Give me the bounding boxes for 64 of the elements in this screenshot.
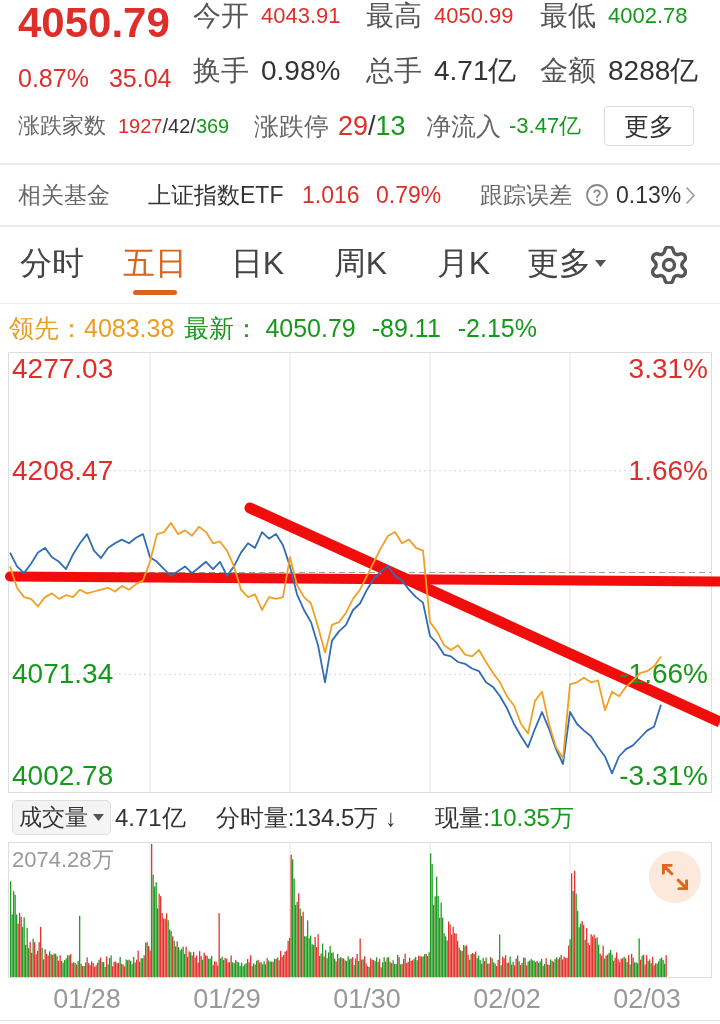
- legend-change-percent: -2.15%: [457, 315, 537, 341]
- change-amount: 35.04: [108, 66, 172, 91]
- stat-label: 金额: [540, 57, 596, 85]
- percent-axis-label: -3.31%: [619, 762, 708, 790]
- change-percent: 0.87%: [18, 66, 89, 91]
- expand-icon: [662, 864, 688, 890]
- date-axis-label: 01/30: [333, 985, 401, 1013]
- stat-value: 4050.99: [434, 5, 514, 27]
- date-axis-label: 01/28: [53, 985, 121, 1013]
- chart-period-tab[interactable]: 五日: [103, 227, 206, 303]
- caret-icon: [93, 814, 104, 821]
- chart-period-tab[interactable]: 周K: [309, 227, 412, 303]
- net-inflow-label: 净流入: [426, 113, 501, 139]
- price-axis-label: 4208.47: [12, 456, 114, 485]
- stat-label: 今开: [193, 2, 249, 30]
- total-volume: 4.71亿: [115, 805, 186, 830]
- date-axis-label: 02/02: [473, 985, 541, 1013]
- expand-button[interactable]: [649, 851, 701, 903]
- fund-name: 上证指数ETF: [148, 183, 285, 207]
- chevron-right-icon[interactable]: [686, 186, 695, 204]
- chart-period-tab[interactable]: 日K: [206, 227, 309, 303]
- tracking-error-value: 0.13%: [616, 183, 683, 207]
- stat-value: 8288亿: [608, 57, 699, 85]
- net-inflow-value: -3.47亿: [509, 115, 582, 137]
- stat-value: 4.71亿: [434, 57, 517, 85]
- volume-type-dropdown[interactable]: 成交量: [12, 800, 111, 835]
- help-icon[interactable]: [586, 184, 608, 206]
- stat-value: 4043.91: [261, 5, 341, 27]
- related-fund-label: 相关基金: [18, 183, 111, 207]
- current-price: 4050.79: [18, 2, 171, 44]
- percent-axis-label: 1.66%: [628, 456, 708, 485]
- settings-button[interactable]: [650, 246, 688, 284]
- settings-icon: [650, 246, 688, 284]
- stat-label: 最低: [540, 2, 596, 30]
- date-axis-label: 01/29: [193, 985, 261, 1013]
- chart-period-tab[interactable]: 月K: [412, 227, 515, 303]
- price-axis-label: 4002.78: [12, 762, 114, 790]
- fund-price: 1.016: [302, 183, 361, 207]
- limit-counts: 29/13: [338, 112, 406, 140]
- chart-period-tab[interactable]: 更多: [515, 227, 618, 303]
- price-axis-label: 4277.03: [12, 354, 114, 383]
- legend-value: 4050.79: [265, 315, 356, 341]
- stat-label: 换手: [193, 57, 249, 85]
- current-volume: 现量:10.35万: [435, 805, 574, 830]
- legend-label: 最新：: [184, 315, 260, 341]
- stat-label: 最高: [366, 2, 422, 30]
- legend-label: 领先：: [9, 315, 84, 341]
- limit-label: 涨跌停: [254, 113, 329, 139]
- stat-value: 4002.78: [608, 5, 688, 27]
- chart-period-tab[interactable]: 分时: [0, 227, 103, 303]
- price-axis-label: 4071.34: [12, 660, 114, 689]
- percent-axis-label: 3.31%: [628, 354, 708, 383]
- tracking-error-label: 跟踪误差: [480, 183, 573, 207]
- date-axis-label: 02/03: [613, 985, 681, 1013]
- stat-label: 总手: [366, 57, 422, 85]
- legend-change: -89.11: [371, 315, 441, 341]
- interval-volume: 分时量:134.5万 ↓: [215, 805, 398, 830]
- volume-max-label: 2074.28万: [12, 849, 114, 871]
- advance-decline-counts: 1927/42/369: [118, 116, 230, 136]
- stat-value: 0.98%: [261, 57, 341, 85]
- legend-value: 4083.38: [84, 315, 175, 341]
- breadth-label: 涨跌家数: [18, 115, 106, 137]
- more-button[interactable]: 更多: [604, 106, 694, 146]
- fund-change: 0.79%: [376, 183, 443, 207]
